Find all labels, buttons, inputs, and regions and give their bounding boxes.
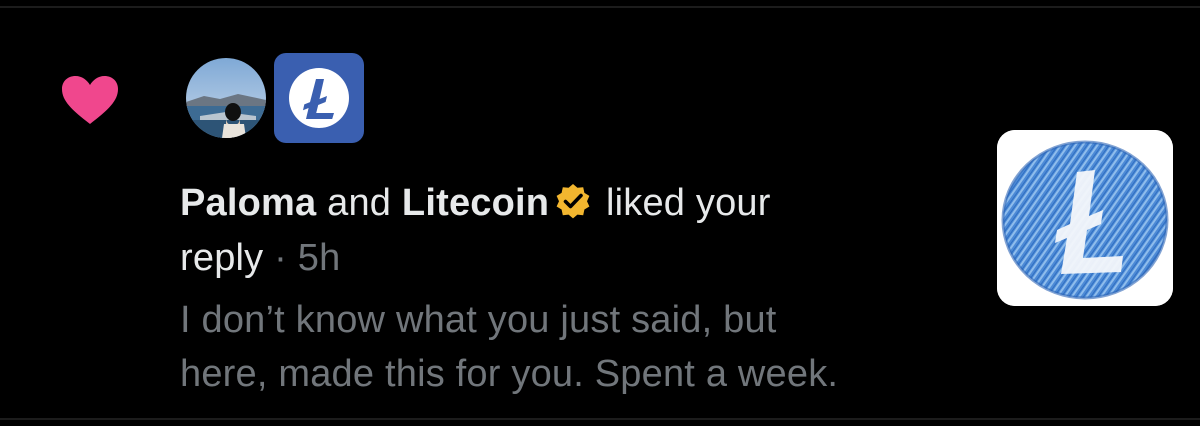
litecoin-drawing-icon [997, 130, 1173, 306]
litecoin-logo-icon [289, 68, 349, 128]
avatar-paloma[interactable] [186, 58, 266, 138]
action-text-reply[interactable]: reply [180, 237, 263, 279]
actor-name-litecoin[interactable]: Litecoin [402, 182, 549, 224]
time-separator: · [274, 237, 287, 279]
heart-icon [62, 76, 118, 124]
reply-thumbnail[interactable] [997, 130, 1173, 306]
action-text: liked your [605, 182, 771, 224]
reply-line-2: here, made this for you. Spent a week. [180, 353, 839, 395]
connector-text: and [327, 182, 392, 224]
verified-badge-icon [556, 184, 590, 219]
paloma-photo-icon [186, 58, 266, 138]
reply-preview[interactable]: I don’t know what you just said, but her… [180, 293, 940, 401]
actor-name-paloma[interactable]: Paloma [180, 182, 316, 224]
timestamp: 5h [297, 237, 341, 279]
avatar-row [186, 52, 364, 144]
avatar-litecoin[interactable] [274, 53, 364, 143]
reply-line-1: I don’t know what you just said, but [180, 299, 777, 341]
like-notification[interactable]: Paloma and Litecoin liked your reply · 5… [0, 8, 1200, 418]
notification-headline: Paloma and Litecoin liked your reply · 5… [180, 176, 900, 286]
bottom-divider [0, 418, 1200, 420]
